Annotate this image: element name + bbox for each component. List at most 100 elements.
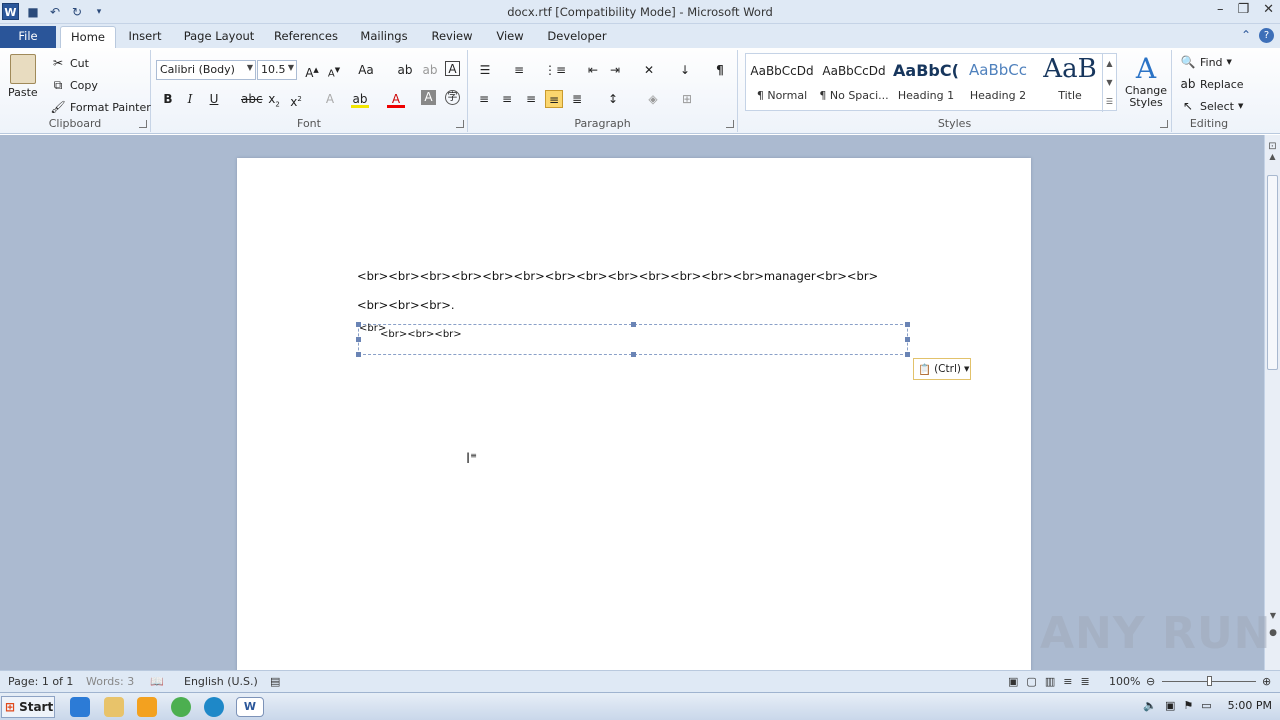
copy-button[interactable]: ⧉ Copy	[50, 77, 98, 93]
subscript-icon[interactable]: x2	[265, 90, 283, 108]
text-effects-icon[interactable]: A	[321, 90, 339, 108]
vertical-scrollbar[interactable]: ⊡ ▲ ▼ ●	[1264, 135, 1280, 670]
explorer-icon[interactable]	[104, 697, 124, 717]
tab-mailings[interactable]: Mailings	[354, 26, 414, 48]
phonetic-guide-icon[interactable]: ab	[421, 61, 439, 79]
shrink-font-icon[interactable]: A▼	[325, 61, 343, 79]
change-case-icon[interactable]: Aa	[357, 61, 375, 79]
collapse-ribbon-icon[interactable]: ⌃	[1241, 28, 1251, 43]
language-indicator[interactable]: English (U.S.)	[184, 675, 258, 688]
resize-handle[interactable]	[631, 352, 636, 357]
font-size-combo[interactable]: 10.5 ▼	[257, 60, 297, 80]
align-right-icon[interactable]: ≡	[522, 90, 540, 108]
resize-handle[interactable]	[905, 337, 910, 342]
media-player-icon[interactable]	[137, 697, 157, 717]
ie-icon[interactable]	[70, 697, 90, 717]
clipboard-launcher-icon[interactable]	[139, 120, 147, 128]
help-icon[interactable]: ?	[1259, 28, 1274, 43]
zoom-level[interactable]: 100%	[1109, 675, 1140, 688]
resize-handle[interactable]	[356, 322, 361, 327]
clock[interactable]: 5:00 PM	[1228, 699, 1272, 712]
zoom-slider-thumb[interactable]	[1207, 676, 1212, 686]
flag-icon[interactable]: ⚑	[1183, 699, 1193, 712]
grow-font-icon[interactable]: A▲	[303, 61, 321, 80]
resize-handle[interactable]	[631, 322, 636, 327]
paragraph-launcher-icon[interactable]	[726, 120, 734, 128]
borders-icon[interactable]: ⊞	[678, 90, 696, 108]
bullets-icon[interactable]: ☰	[476, 61, 494, 79]
paste-button[interactable]: Paste	[8, 54, 38, 99]
word-taskbar-button[interactable]: W	[236, 697, 264, 717]
character-shading-icon[interactable]: A	[421, 90, 436, 105]
styles-launcher-icon[interactable]	[1160, 120, 1168, 128]
start-button[interactable]: ⊞ Start	[1, 696, 55, 718]
tab-page-layout[interactable]: Page Layout	[180, 26, 258, 48]
tab-references[interactable]: References	[270, 26, 342, 48]
decrease-indent-icon[interactable]: ⇤	[584, 61, 602, 79]
sort-icon[interactable]: ↓	[676, 61, 694, 79]
tab-insert[interactable]: Insert	[122, 26, 168, 48]
tab-home[interactable]: Home	[60, 26, 116, 48]
bold-icon[interactable]: B	[159, 90, 177, 108]
zoom-out-icon[interactable]: ⊖	[1146, 675, 1155, 688]
resize-handle[interactable]	[356, 337, 361, 342]
show-formatting-marks-icon[interactable]: ¶	[711, 61, 729, 79]
document-line-2[interactable]: <br><br><br>.	[357, 298, 455, 312]
tab-view[interactable]: View	[490, 26, 530, 48]
page-count[interactable]: Page: 1 of 1	[8, 675, 73, 688]
numbering-icon[interactable]: ≡	[510, 61, 528, 79]
style-normal[interactable]: AaBbCcDd ¶ Normal	[746, 56, 818, 110]
word-count[interactable]: Words: 3	[86, 675, 134, 688]
proofing-icon[interactable]: 📖	[150, 675, 164, 688]
tab-file[interactable]: File	[0, 26, 56, 48]
minimize-icon[interactable]: –	[1217, 2, 1224, 17]
power-icon[interactable]: ▭	[1201, 699, 1211, 712]
shading-icon[interactable]: ◈	[644, 90, 662, 108]
ruler-toggle-icon[interactable]: ⊡	[1265, 141, 1280, 152]
multilevel-list-icon[interactable]: ⋮≡	[544, 61, 566, 79]
select-button[interactable]: ↖ Select ▼	[1180, 98, 1243, 114]
character-border-icon[interactable]: A	[445, 61, 460, 76]
web-layout-icon[interactable]: ▥	[1045, 675, 1055, 688]
superscript-icon[interactable]: x2	[287, 90, 305, 109]
styles-gallery-scroll[interactable]: ▲ ▼ ☰	[1102, 54, 1116, 112]
selected-text-box[interactable]: <br> <br><br><br>	[356, 322, 910, 357]
format-painter-button[interactable]: 🖌 Format Painter	[50, 99, 150, 115]
font-name-combo[interactable]: Calibri (Body) ▼	[156, 60, 256, 80]
change-styles-button[interactable]: A Change Styles	[1124, 54, 1168, 109]
zoom-in-icon[interactable]: ⊕	[1262, 675, 1271, 688]
clear-formatting-icon[interactable]: ab	[396, 61, 414, 79]
font-launcher-icon[interactable]	[456, 120, 464, 128]
document-page[interactable]: <br><br><br><br><br><br><br><br><br><br>…	[237, 158, 1031, 678]
cut-button[interactable]: ✂ Cut	[50, 55, 89, 71]
resize-handle[interactable]	[905, 352, 910, 357]
replace-button[interactable]: ab Replace	[1180, 76, 1244, 92]
justify-icon[interactable]: ≡	[545, 90, 563, 108]
full-screen-reading-icon[interactable]: ▢	[1026, 675, 1036, 688]
resize-handle[interactable]	[905, 322, 910, 327]
style-title[interactable]: AaB Title	[1034, 54, 1106, 110]
align-center-icon[interactable]: ≡	[498, 90, 516, 108]
resize-handle[interactable]	[356, 352, 361, 357]
network-icon[interactable]: ▣	[1165, 699, 1175, 712]
scroll-up-icon[interactable]: ▲	[1265, 152, 1280, 161]
align-left-icon[interactable]: ≡	[475, 90, 493, 108]
outline-icon[interactable]: ≡	[1063, 675, 1072, 688]
close-icon[interactable]: ✕	[1263, 2, 1274, 17]
asian-layout-icon[interactable]: ✕	[640, 61, 658, 79]
scroll-thumb[interactable]	[1267, 175, 1278, 370]
font-color-icon[interactable]: A	[387, 90, 405, 108]
edge-icon[interactable]	[204, 697, 224, 717]
chrome-icon[interactable]	[171, 697, 191, 717]
volume-icon[interactable]: 🔈	[1143, 699, 1157, 712]
tab-developer[interactable]: Developer	[542, 26, 612, 48]
document-line-1[interactable]: <br><br><br><br><br><br><br><br><br><br>…	[357, 269, 878, 283]
draft-icon[interactable]: ≣	[1080, 675, 1089, 688]
tab-review[interactable]: Review	[426, 26, 478, 48]
enclose-characters-icon[interactable]: 字	[445, 90, 460, 105]
style-heading-2[interactable]: AaBbCc Heading 2	[962, 56, 1034, 110]
underline-icon[interactable]: U	[205, 90, 223, 108]
increase-indent-icon[interactable]: ⇥	[606, 61, 624, 79]
distributed-icon[interactable]: ≣	[568, 90, 586, 108]
restore-icon[interactable]: ❐	[1237, 2, 1249, 17]
